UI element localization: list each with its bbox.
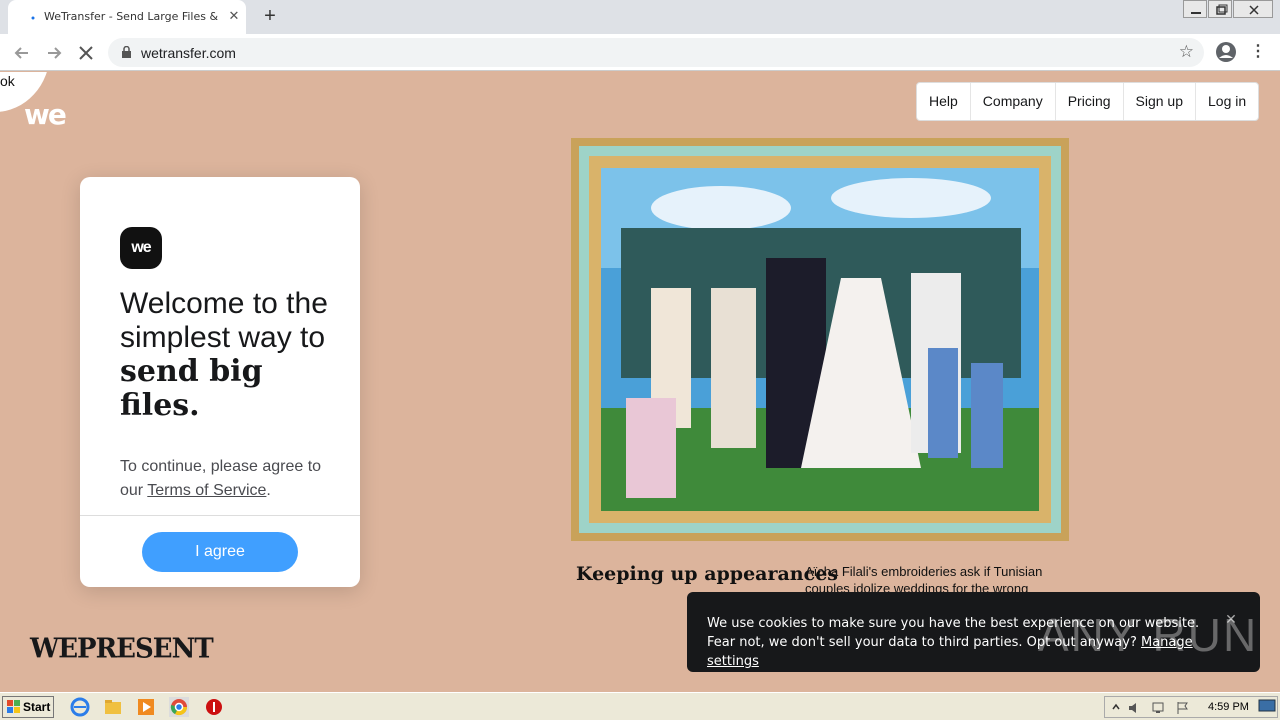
stop-x-icon — [79, 46, 93, 60]
forward-arrow-icon — [48, 47, 62, 59]
restore-icon — [1216, 4, 1228, 15]
folder-icon[interactable] — [103, 697, 123, 717]
system-tray — [1104, 696, 1278, 718]
anyrun-watermark: ANY RUN — [1038, 609, 1259, 661]
forward-button[interactable] — [43, 42, 65, 64]
nav-sign-up[interactable]: Sign up — [1124, 83, 1196, 120]
bookmark-star-icon[interactable]: ☆ — [1179, 42, 1194, 62]
volume-icon[interactable] — [1127, 700, 1143, 716]
back-button[interactable] — [11, 42, 33, 64]
action-center-flag-icon[interactable] — [1175, 700, 1191, 716]
start-button[interactable]: Start — [2, 696, 54, 718]
url-text: wetransfer.com — [141, 45, 236, 61]
lock-icon — [122, 46, 131, 58]
tab-title: WeTransfer - Send Large Files & Sha — [44, 10, 220, 23]
chrome-icon[interactable] — [169, 697, 189, 717]
stop-button[interactable] — [75, 42, 97, 64]
terms-link[interactable]: Terms of Service — [147, 482, 266, 499]
top-navigation: Help Company Pricing Sign up Log in — [916, 82, 1260, 121]
show-hidden-icons-icon[interactable] — [1111, 701, 1121, 715]
close-tab-icon[interactable]: ✕ — [226, 8, 242, 24]
profile-icon[interactable] — [1215, 41, 1237, 63]
windows-taskbar: Start 4:59 PM — [0, 692, 1280, 720]
welcome-card: we Welcome to the simplest way to send b… — [80, 177, 360, 587]
card-divider — [80, 515, 360, 516]
wetransfer-logo[interactable]: we — [24, 98, 67, 131]
start-label: Start — [23, 700, 51, 714]
embroidery-artwork-image[interactable] — [571, 138, 1069, 541]
card-logo: we — [120, 227, 162, 269]
nav-company[interactable]: Company — [971, 83, 1056, 120]
article-title[interactable]: Keeping up appearances — [576, 563, 838, 585]
browser-tab-bar: WeTransfer - Send Large Files & Sha ✕ + — [0, 0, 1280, 34]
media-player-icon[interactable] — [136, 697, 156, 717]
wepresent-logo[interactable]: WEPRESENT — [30, 633, 214, 665]
browser-toolbar: wetransfer.com ☆ — [0, 34, 1280, 71]
system-clock[interactable]: 4:59 PM — [1208, 701, 1249, 713]
heading-plain: Welcome to the simplest way to — [120, 287, 328, 354]
minimize-icon — [1191, 12, 1201, 14]
close-icon — [1249, 5, 1259, 15]
back-arrow-icon — [14, 47, 28, 59]
new-tab-button[interactable]: + — [258, 5, 282, 29]
network-icon[interactable] — [1151, 700, 1167, 716]
terms-text: To continue, please agree to our Terms o… — [120, 455, 330, 503]
nav-log-in[interactable]: Log in — [1196, 83, 1258, 120]
agree-button[interactable]: I agree — [142, 532, 298, 572]
show-desktop-icon[interactable] — [1258, 698, 1276, 714]
address-bar[interactable]: wetransfer.com ☆ — [108, 38, 1204, 67]
page-content: ok we Help Company Pricing Sign up Log i… — [0, 72, 1280, 692]
article-description: Aïcha Filali's embroideries ask if Tunis… — [805, 564, 1043, 593]
close-window-button[interactable] — [1233, 0, 1273, 18]
restore-button[interactable] — [1208, 0, 1232, 18]
browser-menu-icon[interactable]: ⋮ — [1250, 41, 1266, 63]
loading-icon — [31, 16, 35, 20]
minimize-button[interactable] — [1183, 0, 1207, 18]
browser-tab[interactable]: WeTransfer - Send Large Files & Sha ✕ — [8, 0, 246, 34]
windows-flag-icon — [7, 700, 20, 713]
nav-help[interactable]: Help — [917, 83, 971, 120]
opera-icon[interactable] — [204, 697, 224, 717]
heading-bold: send big files. — [120, 354, 263, 423]
internet-explorer-icon[interactable] — [70, 697, 90, 717]
welcome-heading: Welcome to the simplest way to send big … — [120, 287, 330, 423]
nav-pricing[interactable]: Pricing — [1056, 83, 1124, 120]
corner-text: ok — [0, 73, 15, 89]
terms-suffix: . — [266, 482, 271, 499]
